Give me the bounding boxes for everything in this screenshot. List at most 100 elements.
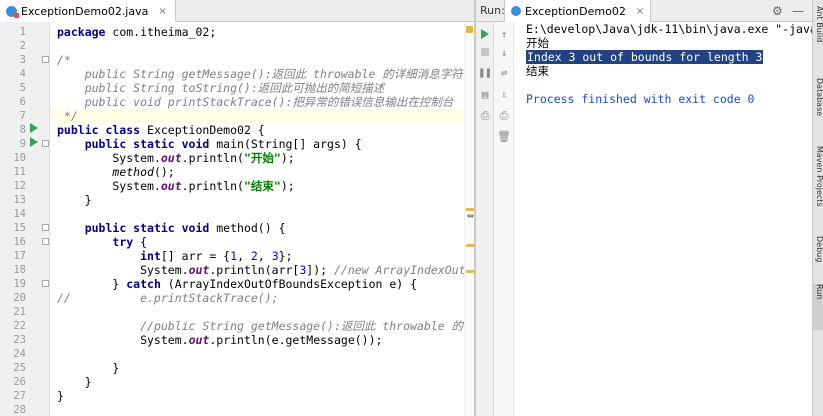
line-number[interactable]: 22 bbox=[0, 319, 26, 333]
line-number[interactable]: 3 bbox=[0, 53, 26, 67]
line-number[interactable]: 1 bbox=[0, 25, 26, 39]
fold-icon[interactable] bbox=[42, 224, 49, 231]
fold-icon[interactable] bbox=[42, 140, 49, 147]
run-tab-exceptiondemo02[interactable]: ExceptionDemo02 × bbox=[504, 0, 652, 22]
tool-window-run[interactable]: Run bbox=[813, 284, 823, 330]
line-number[interactable]: 9 bbox=[0, 137, 26, 151]
line-number[interactable]: 2 bbox=[0, 39, 26, 53]
code-line[interactable]: package com.itheima_02; bbox=[51, 25, 464, 39]
code-line[interactable]: */ bbox=[51, 109, 464, 123]
code-line[interactable]: try { bbox=[51, 235, 464, 249]
code-line[interactable]: public static void method() { bbox=[51, 221, 464, 235]
minimize-icon[interactable]: — bbox=[792, 4, 804, 18]
down-arrow-icon[interactable]: ↓ bbox=[498, 46, 510, 59]
code-line[interactable] bbox=[51, 207, 464, 221]
stripe-warning-mark[interactable] bbox=[466, 244, 474, 247]
code-line[interactable]: } bbox=[51, 375, 464, 389]
line-number[interactable]: 23 bbox=[0, 333, 26, 347]
close-icon[interactable]: × bbox=[636, 6, 644, 17]
console-error-line: Index 3 out of bounds for length 3 bbox=[526, 50, 764, 64]
line-number[interactable]: 14 bbox=[0, 207, 26, 221]
warning-indicator-icon[interactable] bbox=[466, 26, 473, 33]
stop-icon[interactable] bbox=[479, 46, 491, 58]
run-main-icon[interactable] bbox=[30, 137, 38, 147]
fold-icon[interactable] bbox=[42, 238, 49, 245]
console-command-line: E:\develop\Java\jdk-11\bin\java.exe "-ja… bbox=[526, 22, 812, 36]
dump-threads-icon[interactable]: ▤ bbox=[479, 88, 491, 101]
line-number[interactable]: 16 bbox=[0, 235, 26, 249]
line-number[interactable]: 21 bbox=[0, 305, 26, 319]
gear-icon[interactable]: ⚙ bbox=[772, 4, 783, 18]
code-line[interactable] bbox=[51, 305, 464, 319]
code-line[interactable]: System.out.println("开始"); bbox=[51, 151, 464, 165]
run-class-icon[interactable] bbox=[30, 123, 38, 133]
code-line[interactable]: public void printStackTrace():把异常的错误信息输出… bbox=[51, 95, 464, 109]
code-line[interactable]: System.out.println(arr[3]); //new ArrayI… bbox=[51, 263, 464, 277]
code-line[interactable]: public String getMessage():返回此 throwable… bbox=[51, 67, 464, 81]
code-line[interactable]: } bbox=[51, 361, 464, 375]
code-editor[interactable]: package com.itheima_02; /* public String … bbox=[51, 22, 464, 416]
stripe-warning-mark[interactable] bbox=[466, 270, 474, 273]
code-line[interactable]: method(); bbox=[51, 165, 464, 179]
line-number[interactable]: 13 bbox=[0, 193, 26, 207]
code-line[interactable]: public class ExceptionDemo02 { bbox=[51, 123, 464, 137]
code-line[interactable]: } bbox=[51, 389, 464, 403]
line-number[interactable]: 4 bbox=[0, 67, 26, 81]
code-line[interactable] bbox=[51, 403, 464, 416]
line-number[interactable]: 25 bbox=[0, 361, 26, 375]
resize-cursor-icon: ⇔ bbox=[467, 209, 474, 222]
code-line[interactable]: } bbox=[51, 193, 464, 207]
right-tool-window-strip: Ant Build Database Maven Projects Debug … bbox=[812, 0, 823, 416]
line-number[interactable]: 24 bbox=[0, 347, 26, 361]
rerun-icon[interactable] bbox=[479, 28, 491, 40]
fold-icon[interactable] bbox=[42, 280, 49, 287]
line-number[interactable]: 17 bbox=[0, 249, 26, 263]
print-icon[interactable]: ⎙ bbox=[498, 109, 510, 122]
tool-window-ant-build[interactable]: Ant Build bbox=[813, 6, 823, 42]
pause-icon[interactable]: ❚❚ bbox=[478, 66, 491, 79]
code-line[interactable] bbox=[51, 347, 464, 361]
tool-window-debug[interactable]: Debug bbox=[813, 236, 823, 262]
line-number[interactable]: 6 bbox=[0, 95, 26, 109]
line-number[interactable]: 11 bbox=[0, 165, 26, 179]
run-panel-header: Run: ExceptionDemo02 × ⚙ — bbox=[476, 0, 813, 22]
console-output[interactable]: E:\develop\Java\jdk-11\bin\java.exe "-ja… bbox=[520, 22, 812, 416]
code-line[interactable] bbox=[51, 39, 464, 53]
code-line[interactable]: public String toString():返回此可抛出的简短描述 bbox=[51, 81, 464, 95]
line-number[interactable]: 20 bbox=[0, 291, 26, 305]
java-class-icon bbox=[511, 6, 521, 16]
code-line[interactable]: } catch (ArrayIndexOutOfBoundsException … bbox=[51, 277, 464, 291]
code-line[interactable]: System.out.println(e.getMessage()); bbox=[51, 333, 464, 347]
soft-wrap-icon[interactable]: ⇌ bbox=[498, 66, 510, 79]
editor-tab-exceptiondemo02[interactable]: ExceptionDemo02.java × bbox=[0, 0, 176, 22]
run-secondary-toolbar: ↑ ↓ ⇌ ⇩ ⎙ 🗑 bbox=[494, 22, 514, 416]
close-icon[interactable]: × bbox=[158, 6, 166, 17]
console-output-line: 开始 bbox=[526, 36, 549, 50]
line-number[interactable]: 27 bbox=[0, 389, 26, 403]
code-line[interactable]: public static void main(String[] args) { bbox=[51, 137, 464, 151]
print-icon[interactable]: ⎙ bbox=[479, 109, 491, 122]
console-exit-line: Process finished with exit code 0 bbox=[526, 92, 755, 106]
trash-icon[interactable]: 🗑 bbox=[497, 130, 511, 143]
code-line[interactable]: // e.printStackTrace(); bbox=[51, 291, 464, 305]
line-number[interactable]: 15 bbox=[0, 221, 26, 235]
fold-icon[interactable] bbox=[42, 56, 49, 63]
line-number[interactable]: 10 bbox=[0, 151, 26, 165]
line-number[interactable]: 12 bbox=[0, 179, 26, 193]
code-line[interactable]: /* bbox=[51, 53, 464, 67]
scroll-to-end-icon[interactable]: ⇩ bbox=[498, 88, 510, 101]
tool-window-maven-projects[interactable]: Maven Projects bbox=[813, 146, 823, 207]
line-number[interactable]: 8 bbox=[0, 123, 26, 137]
line-number[interactable]: 5 bbox=[0, 81, 26, 95]
line-number[interactable]: 7 bbox=[0, 109, 26, 123]
tool-window-database[interactable]: Database bbox=[813, 78, 823, 116]
up-arrow-icon[interactable]: ↑ bbox=[498, 28, 510, 41]
line-number[interactable]: 28 bbox=[0, 403, 26, 416]
code-line[interactable]: int[] arr = {1, 2, 3}; bbox=[51, 249, 464, 263]
selected-error-text[interactable]: Index 3 out of bounds for length 3 bbox=[526, 50, 764, 64]
code-line[interactable]: System.out.println("结束"); bbox=[51, 179, 464, 193]
line-number[interactable]: 19 bbox=[0, 277, 26, 291]
line-number[interactable]: 26 bbox=[0, 375, 26, 389]
line-number[interactable]: 18 bbox=[0, 263, 26, 277]
code-line[interactable]: //public String getMessage():返回此 throwab… bbox=[51, 319, 464, 333]
